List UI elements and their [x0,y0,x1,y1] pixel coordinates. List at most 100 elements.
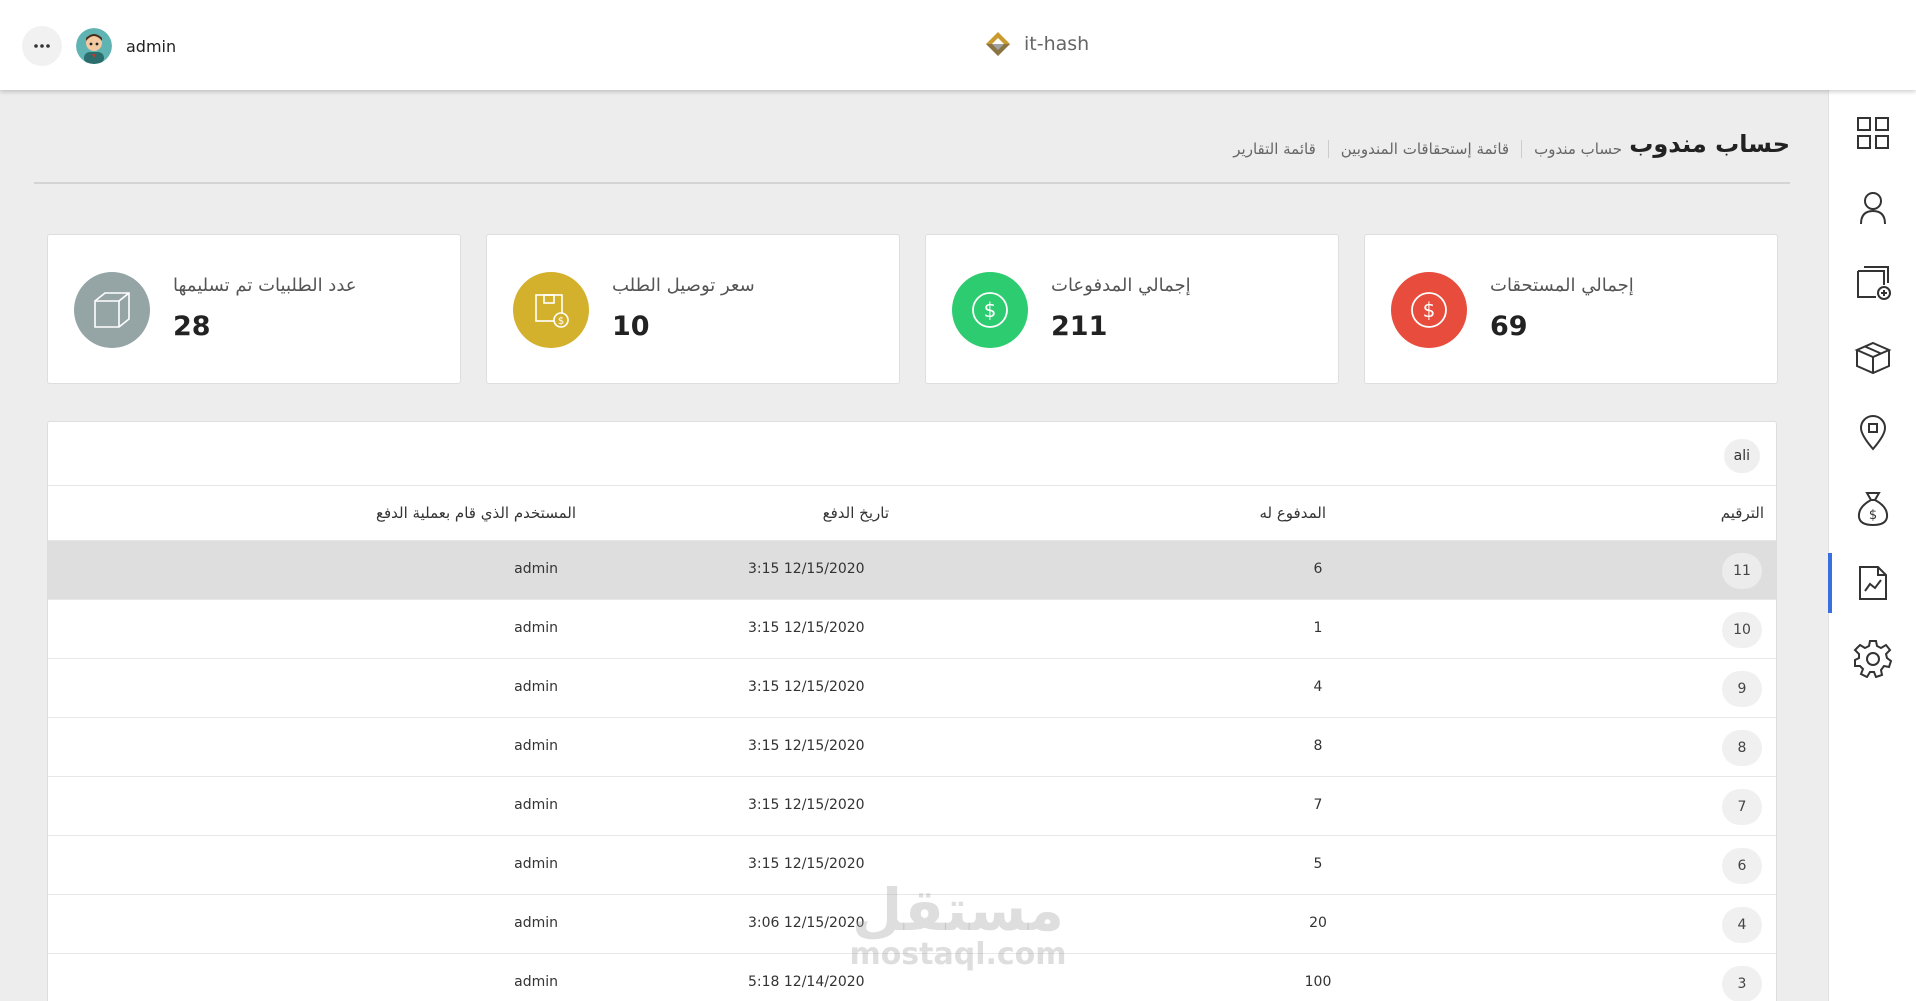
cell-paid-to: 4 [1313,679,1323,695]
stat-icon-circle: $ [952,272,1028,348]
user-name[interactable]: admin [126,37,176,56]
brand[interactable]: it-hash [984,30,1089,58]
cell-payment-date: 3:15 12/15/2020 [748,797,865,813]
cell-payment-date: 3:15 12/15/2020 [748,679,865,695]
sidebar-item-reports[interactable] [1828,553,1916,613]
cell-paid-by: admin [514,679,558,695]
user-avatar-icon [76,28,112,64]
more-options-button[interactable] [22,26,62,66]
table-row[interactable]: 11 6 3:15 12/15/2020 admin [48,541,1776,600]
table-row[interactable]: 7 7 3:15 12/15/2020 admin [48,777,1776,836]
stat-icon-circle: $ [513,272,589,348]
breadcrumb-item-current: حساب مندوب [1534,140,1622,158]
stat-value: 10 [612,311,650,342]
user-icon [1860,192,1886,225]
row-number-badge: 4 [1722,907,1762,943]
cell-payment-date: 5:18 12/14/2020 [748,974,865,990]
cell-paid-by: admin [514,915,558,931]
row-number-badge: 10 [1722,612,1762,648]
table-row[interactable]: 8 8 3:15 12/15/2020 admin [48,718,1776,777]
breadcrumb-item-dues-list[interactable]: قائمة إستحقاقات المندوبين [1329,140,1521,158]
svg-text:$: $ [984,298,997,322]
cell-paid-by: admin [514,856,558,872]
stat-card-total-payments: $ إجمالي المدفوعات 211 [925,234,1339,384]
cell-paid-to: 7 [1313,797,1323,813]
dollar-circle-icon: $ [1411,292,1447,328]
cube-icon [94,292,130,328]
stat-label: إجمالي المدفوعات [1051,275,1191,296]
cell-paid-by: admin [514,797,558,813]
table-row[interactable]: 4 20 3:06 12/15/2020 admin [48,895,1776,954]
sidebar-item-locations[interactable] [1829,403,1916,463]
breadcrumb-separator [1327,140,1329,158]
row-number-badge: 11 [1722,553,1762,589]
table-header: الترقيم المدفوع له تاريخ الدفع المستخدم … [48,485,1776,541]
row-number-badge: 8 [1722,730,1762,766]
brand-logo-icon [986,32,1010,56]
column-header-paid-by[interactable]: المستخدم الذي قام بعملية الدفع [376,504,576,522]
page-title: حساب مندوب [1629,130,1790,158]
stat-value: 211 [1051,311,1108,342]
cell-payment-date: 3:15 12/15/2020 [748,620,865,636]
dashboard-grid-icon [1857,117,1889,149]
table-row[interactable]: 9 4 3:15 12/15/2020 admin [48,659,1776,718]
stat-card-total-dues: $ إجمالي المستحقات 69 [1364,234,1778,384]
cell-paid-to: 100 [1304,974,1332,990]
column-header-payment-date[interactable]: تاريخ الدفع [823,504,889,522]
payments-table-panel: ali الترقيم المدفوع له تاريخ الدفع المست… [47,421,1777,1001]
cell-paid-to: 1 [1313,620,1323,636]
package-box-icon [1854,341,1892,375]
row-number-badge: 7 [1722,789,1762,825]
svg-text:$: $ [1423,298,1436,322]
table-row[interactable]: 6 5 3:15 12/15/2020 admin [48,836,1776,895]
table-body: 11 6 3:15 12/15/2020 admin 10 1 3:15 12/15/202… [48,541,1776,1001]
filter-tag[interactable]: ali [1723,439,1760,473]
cell-paid-by: admin [514,620,558,636]
cell-payment-date: 3:15 12/15/2020 [748,738,865,754]
row-number-badge: 9 [1722,671,1762,707]
column-header-number[interactable]: الترقيم [1721,504,1764,522]
sidebar-item-finance[interactable]: $ [1829,478,1916,538]
location-pin-icon [1859,415,1887,451]
cell-paid-by: admin [514,974,558,990]
cell-paid-to: 20 [1309,915,1327,931]
cell-payment-date: 3:15 12/15/2020 [748,856,865,872]
stat-card-delivery-price: $ سعر توصيل الطلب 10 [486,234,900,384]
breadcrumb-item-reports[interactable]: قائمة التقارير [1221,140,1328,158]
svg-text:$: $ [1869,508,1877,523]
stat-label: إجمالي المستحقات [1490,275,1634,296]
header-divider [34,182,1790,184]
svg-text:$: $ [558,316,564,327]
brand-name: it-hash [1024,33,1090,55]
stat-icon-circle: $ [1391,272,1467,348]
cell-paid-to: 5 [1313,856,1323,872]
more-dots-icon [34,44,50,48]
sidebar: $ [1828,90,1916,1001]
cell-paid-by: admin [514,738,558,754]
stat-value: 28 [173,311,211,342]
stat-icon-circle [74,272,150,348]
add-document-icon [1857,266,1891,300]
table-row[interactable]: 10 1 3:15 12/15/2020 admin [48,600,1776,659]
breadcrumb: قائمة التقارير قائمة إستحقاقات المندوبين… [1221,140,1634,158]
cell-payment-date: 3:06 12/15/2020 [748,915,865,931]
breadcrumb-separator [1521,140,1523,158]
sidebar-item-settings[interactable] [1829,628,1916,688]
cell-paid-by: admin [514,561,558,577]
sidebar-item-dashboard[interactable] [1829,103,1916,163]
row-number-badge: 3 [1722,966,1762,1001]
stat-label: عدد الطلبيات تم تسليمها [173,275,357,296]
delivery-box-icon: $ [535,294,569,328]
report-chart-icon [1859,566,1887,600]
row-number-badge: 6 [1722,848,1762,884]
sidebar-item-packages[interactable] [1829,328,1916,388]
dollar-circle-icon: $ [972,292,1008,328]
stat-label: سعر توصيل الطلب [612,275,755,296]
sidebar-item-new-order[interactable] [1829,253,1916,313]
sidebar-item-users[interactable] [1829,178,1916,238]
table-row[interactable]: 3 100 5:18 12/14/2020 admin [48,954,1776,1001]
settings-gear-icon [1853,640,1893,678]
column-header-paid-to[interactable]: المدفوع له [1259,504,1326,522]
avatar[interactable] [76,28,112,64]
stat-card-delivered-orders: عدد الطلبيات تم تسليمها 28 [47,234,461,384]
